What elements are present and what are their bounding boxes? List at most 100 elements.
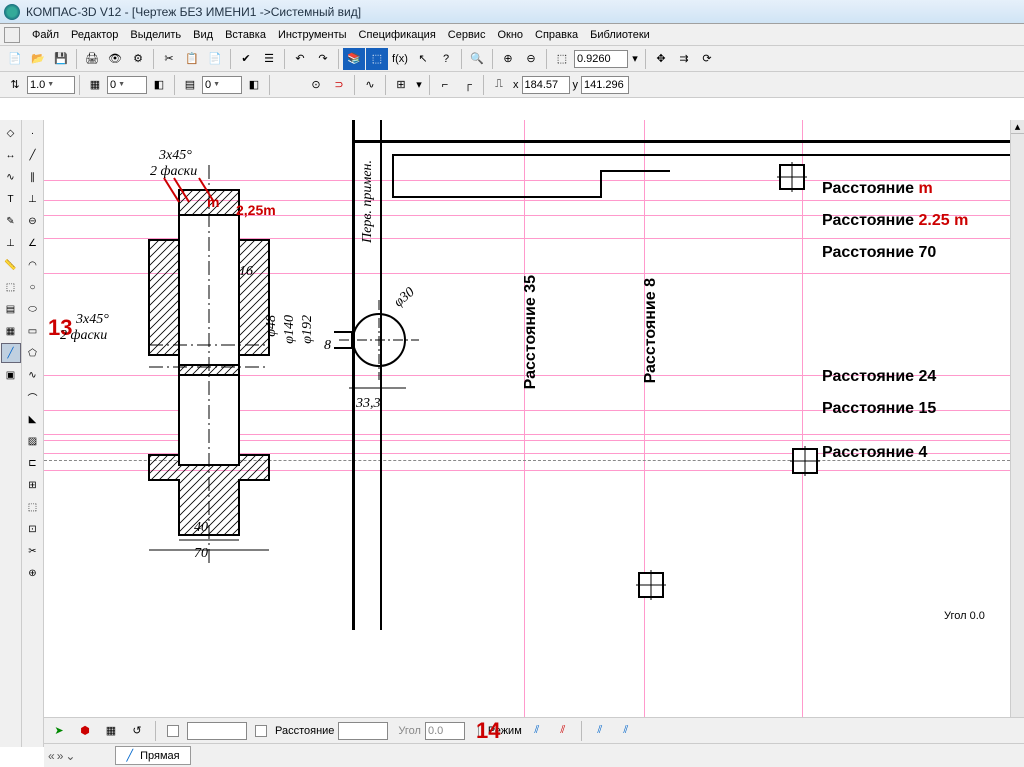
zoom-fit-button[interactable]: 🔍 bbox=[466, 48, 488, 70]
layer-icon[interactable]: ▦ bbox=[84, 74, 106, 96]
perp-line-icon[interactable]: ⊥ bbox=[23, 189, 43, 209]
report-icon[interactable]: ▦ bbox=[1, 321, 21, 341]
distance-input[interactable] bbox=[338, 722, 388, 740]
line-style-button[interactable]: ∿ bbox=[359, 74, 381, 96]
move-button[interactable]: ✥ bbox=[650, 48, 672, 70]
polygon-icon[interactable]: ⬠ bbox=[23, 343, 43, 363]
y-input[interactable] bbox=[581, 76, 629, 94]
mode-3-icon[interactable]: ⫽ bbox=[589, 720, 611, 742]
magnet-button[interactable]: ⊃ bbox=[328, 74, 350, 96]
state-dropdown[interactable]: 0 bbox=[202, 76, 242, 94]
menu-service[interactable]: Сервис bbox=[442, 27, 492, 43]
geometry-icon[interactable]: ◇ bbox=[1, 123, 21, 143]
checkbox-1[interactable] bbox=[167, 725, 179, 737]
point-icon[interactable]: · bbox=[23, 123, 43, 143]
point1-input[interactable] bbox=[187, 722, 247, 740]
param-icon[interactable]: ⊥ bbox=[1, 233, 21, 253]
stop-icon[interactable]: ⬢ bbox=[74, 720, 96, 742]
fx-button[interactable]: f(x) bbox=[389, 48, 411, 70]
layer-dropdown[interactable]: 0 bbox=[107, 76, 147, 94]
offset-icon[interactable]: ⊏ bbox=[23, 453, 43, 473]
zoom-in-button[interactable]: ⊕ bbox=[497, 48, 519, 70]
spec-icon[interactable]: ▤ bbox=[1, 299, 21, 319]
fillet-icon[interactable]: ⌒ bbox=[23, 387, 43, 407]
nav-down-icon[interactable]: ⌄ bbox=[65, 749, 75, 763]
measure-icon[interactable]: 📏 bbox=[1, 255, 21, 275]
state-btn[interactable]: ◧ bbox=[243, 74, 265, 96]
vars2-button[interactable]: ⬚ bbox=[366, 48, 388, 70]
tab-line[interactable]: ╱ Прямая bbox=[115, 746, 190, 765]
checkbox-dist[interactable] bbox=[255, 725, 267, 737]
cursor-button[interactable]: ↖ bbox=[412, 48, 434, 70]
menu-tools[interactable]: Инструменты bbox=[272, 27, 353, 43]
zoom-window-button[interactable]: ⬚ bbox=[551, 48, 573, 70]
save-button[interactable]: 💾 bbox=[50, 48, 72, 70]
edit-icon[interactable]: ✎ bbox=[1, 211, 21, 231]
copy-button[interactable]: 📋 bbox=[181, 48, 203, 70]
menu-editor[interactable]: Редактор bbox=[65, 27, 124, 43]
help-icon[interactable]: ? bbox=[435, 48, 457, 70]
snap2-button[interactable]: ┌ bbox=[457, 74, 479, 96]
line-icon[interactable]: ╱ bbox=[23, 145, 43, 165]
zoom-out-button[interactable]: ⊖ bbox=[520, 48, 542, 70]
chamfer-icon[interactable]: ◣ bbox=[23, 409, 43, 429]
zoom-value-input[interactable] bbox=[574, 50, 628, 68]
menu-view[interactable]: Вид bbox=[187, 27, 219, 43]
text-icon[interactable]: T bbox=[1, 189, 21, 209]
format-button[interactable]: ✔ bbox=[235, 48, 257, 70]
zoom-dd[interactable]: ▾ bbox=[629, 48, 641, 70]
menu-select[interactable]: Выделить bbox=[124, 27, 187, 43]
angle-input[interactable] bbox=[425, 722, 465, 740]
menu-insert[interactable]: Вставка bbox=[219, 27, 272, 43]
redo-button[interactable]: ↷ bbox=[312, 48, 334, 70]
equi-icon[interactable]: ⊡ bbox=[23, 519, 43, 539]
dimensions-icon[interactable]: ↔ bbox=[1, 145, 21, 165]
menu-spec[interactable]: Спецификация bbox=[353, 27, 442, 43]
swap-button[interactable]: ⇉ bbox=[673, 48, 695, 70]
preview-button[interactable]: 👁 bbox=[104, 48, 126, 70]
select-icon[interactable]: ⬚ bbox=[1, 277, 21, 297]
views-icon[interactable]: ▣ bbox=[1, 365, 21, 385]
arc-icon[interactable]: ◠ bbox=[23, 255, 43, 275]
menu-help[interactable]: Справка bbox=[529, 27, 584, 43]
library-button[interactable]: 📚 bbox=[343, 48, 365, 70]
break-icon[interactable]: ✂ bbox=[23, 541, 43, 561]
ortho-button[interactable]: ⌐ bbox=[434, 74, 456, 96]
new-button[interactable]: 📄 bbox=[4, 48, 26, 70]
assemble-icon[interactable]: ⊕ bbox=[23, 563, 43, 583]
contour-icon[interactable]: ⬚ bbox=[23, 497, 43, 517]
apply-icon[interactable]: ➤ bbox=[48, 720, 70, 742]
menu-libraries[interactable]: Библиотеки bbox=[584, 27, 656, 43]
symbols-icon[interactable]: ∿ bbox=[1, 167, 21, 187]
v-scrollbar[interactable]: ▴ ▾ bbox=[1010, 120, 1024, 747]
auto-icon[interactable]: ↺ bbox=[126, 720, 148, 742]
drawing-canvas[interactable]: Угол 0.0 13 bbox=[44, 120, 1010, 747]
open-button[interactable]: 📂 bbox=[27, 48, 49, 70]
state-icon[interactable]: ▤ bbox=[179, 74, 201, 96]
grid-dd[interactable]: ▾ bbox=[413, 74, 425, 96]
spline-icon[interactable]: ∿ bbox=[23, 365, 43, 385]
mode-1-icon[interactable]: ⫽ bbox=[526, 720, 548, 742]
scale-dropdown[interactable]: 1.0 bbox=[27, 76, 75, 94]
hatch-icon[interactable]: ▨ bbox=[23, 431, 43, 451]
mode-4-icon[interactable]: ⫽ bbox=[615, 720, 637, 742]
x-input[interactable] bbox=[522, 76, 570, 94]
object-icon[interactable]: ▦ bbox=[100, 720, 122, 742]
menu-file[interactable]: Файл bbox=[26, 27, 65, 43]
grid-button[interactable]: ⊞ bbox=[390, 74, 412, 96]
aux-line-icon[interactable]: ╱ bbox=[1, 343, 21, 363]
collect-icon[interactable]: ⊞ bbox=[23, 475, 43, 495]
bisector-icon[interactable]: ∠ bbox=[23, 233, 43, 253]
nav-prev-icon[interactable]: « bbox=[48, 749, 55, 763]
props-button[interactable]: ⚙ bbox=[127, 48, 149, 70]
nav-next-icon[interactable]: » bbox=[57, 749, 64, 763]
mode-2-icon[interactable]: ⫽ bbox=[552, 720, 574, 742]
menu-window[interactable]: Окно bbox=[491, 27, 529, 43]
parallel-line-icon[interactable]: ∥ bbox=[23, 167, 43, 187]
circle-icon[interactable]: ○ bbox=[23, 277, 43, 297]
rect-icon[interactable]: ▭ bbox=[23, 321, 43, 341]
paste-button[interactable]: 📄 bbox=[204, 48, 226, 70]
refresh-button[interactable]: ⟳ bbox=[696, 48, 718, 70]
vars-button[interactable]: ☰ bbox=[258, 48, 280, 70]
layer-btn[interactable]: ◧ bbox=[148, 74, 170, 96]
